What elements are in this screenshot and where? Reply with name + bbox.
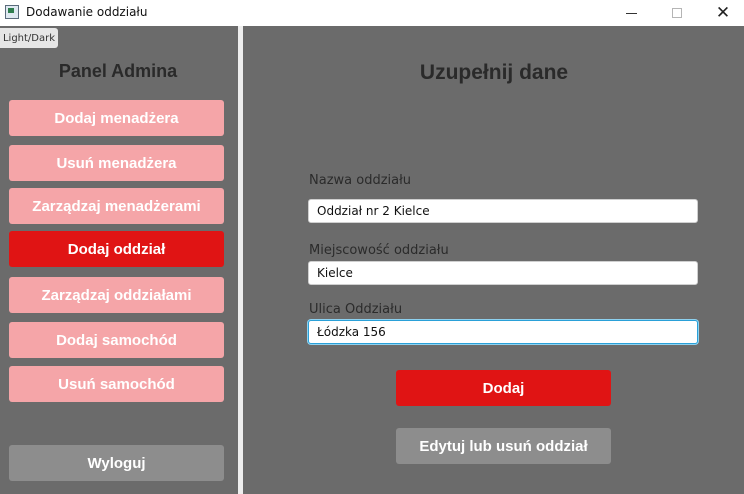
close-button[interactable]: ✕ — [700, 0, 744, 26]
theme-toggle-button[interactable]: Light/Dark — [0, 28, 58, 48]
branch-name-label: Nazwa oddziału — [309, 173, 412, 188]
minimize-icon — [625, 12, 637, 14]
sidebar-divider[interactable] — [238, 26, 243, 494]
app-icon — [5, 5, 19, 19]
branch-name-input[interactable] — [308, 199, 698, 223]
sidebar-title: Panel Admina — [58, 61, 178, 81]
edit-or-delete-branch-button[interactable]: Edytuj lub usuń oddział — [396, 428, 611, 464]
window-titlebar: Dodawanie oddziału ✕ — [0, 0, 744, 26]
branch-city-label: Miejscowość oddziału — [309, 243, 449, 258]
nav-add-car-button[interactable]: Dodaj samochód — [9, 322, 224, 358]
maximize-icon — [672, 8, 682, 18]
logout-button[interactable]: Wyloguj — [9, 445, 224, 481]
nav-add-manager-button[interactable]: Dodaj menadżera — [9, 100, 224, 136]
nav-add-branch-button[interactable]: Dodaj oddział — [9, 231, 224, 267]
nav-manage-branches-button[interactable]: Zarządzaj oddziałami — [9, 277, 224, 313]
branch-street-label: Ulica Oddziału — [309, 302, 403, 317]
nav-remove-manager-button[interactable]: Usuń menadżera — [9, 145, 224, 181]
branch-street-input[interactable] — [308, 320, 698, 344]
maximize-button[interactable] — [654, 0, 700, 26]
add-branch-submit-button[interactable]: Dodaj — [396, 370, 611, 406]
window-title: Dodawanie oddziału — [26, 5, 148, 19]
minimize-button[interactable] — [608, 0, 654, 26]
nav-remove-car-button[interactable]: Usuń samochód — [9, 366, 224, 402]
page-title: Uzupełnij dane — [419, 61, 569, 84]
branch-city-input[interactable] — [308, 261, 698, 285]
close-icon: ✕ — [715, 2, 731, 23]
nav-manage-managers-button[interactable]: Zarządzaj menadżerami — [9, 188, 224, 224]
